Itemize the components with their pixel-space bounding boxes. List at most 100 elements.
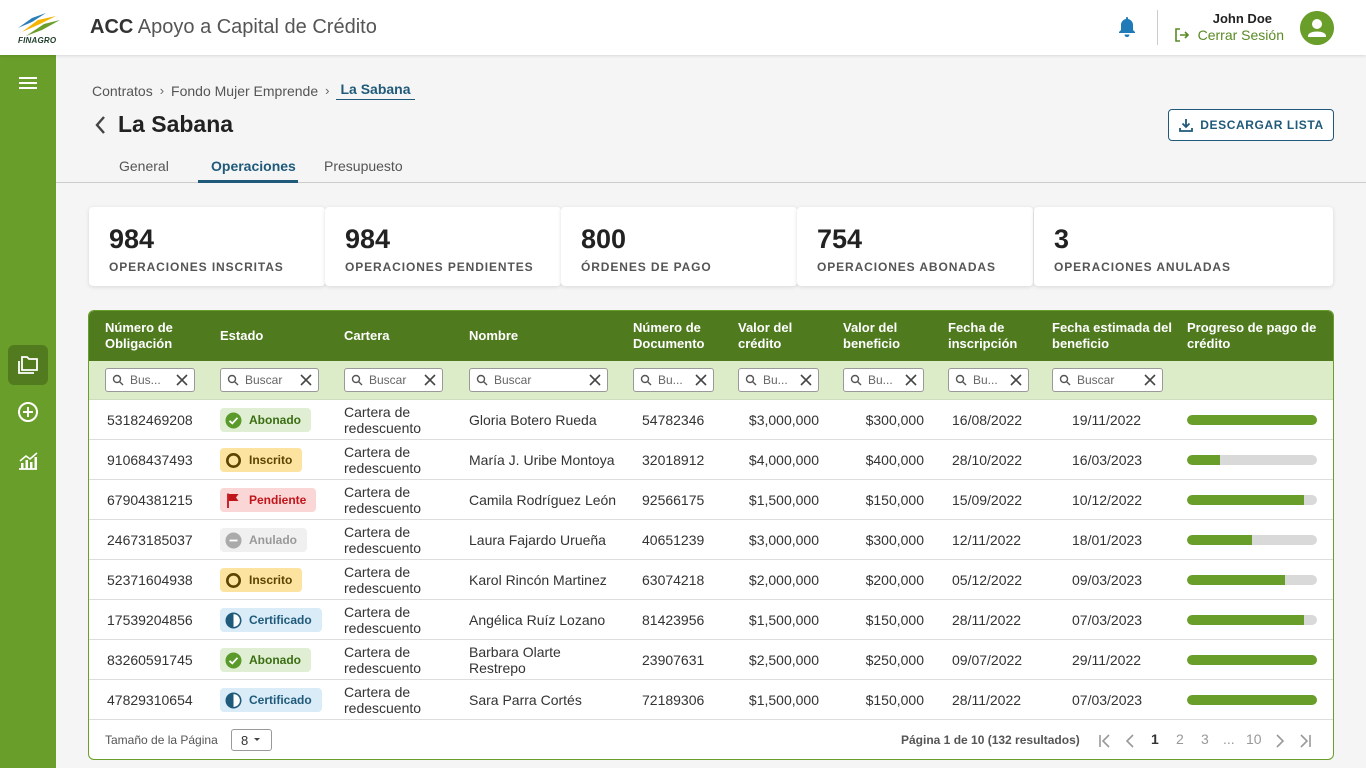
page-link[interactable]: 3 <box>1201 731 1209 747</box>
clear-icon[interactable] <box>297 371 315 389</box>
table-row[interactable]: 83260591745 Abonado Cartera de redescuento… <box>89 640 1333 680</box>
column-header[interactable]: Valor del crédito <box>738 311 830 361</box>
column-search-input[interactable]: Bus... <box>105 368 195 392</box>
column-header[interactable]: Nombre <box>469 311 619 361</box>
column-header[interactable]: Cartera <box>344 311 454 361</box>
column-search-input[interactable]: Buscar <box>1052 368 1163 392</box>
prev-page-icon[interactable] <box>1123 733 1137 749</box>
column-search-input[interactable]: Bu... <box>843 368 924 392</box>
column-search-input[interactable]: Bu... <box>738 368 819 392</box>
clear-icon[interactable] <box>173 371 191 389</box>
document-cell: 32018912 <box>642 452 705 468</box>
search-icon <box>850 374 862 386</box>
logout-button[interactable]: Cerrar Sesión <box>1174 27 1284 43</box>
column-header[interactable]: Fecha estimada del beneficio <box>1052 311 1174 361</box>
table-row[interactable]: 52371604938 Inscrito Cartera de redescuent… <box>89 560 1333 600</box>
payment-progress-bar <box>1187 655 1317 665</box>
page-link[interactable]: 1 <box>1151 731 1159 747</box>
column-header[interactable]: Fecha de inscripción <box>948 311 1040 361</box>
menu-icon[interactable] <box>16 71 40 95</box>
obligation-number: 67904381215 <box>107 492 193 508</box>
search-placeholder: Bu... <box>868 373 893 387</box>
clear-icon[interactable] <box>1007 371 1025 389</box>
payment-progress-bar <box>1187 455 1317 465</box>
tab-presupuesto[interactable]: Presupuesto <box>324 158 403 174</box>
clear-icon[interactable] <box>797 371 815 389</box>
clear-icon[interactable] <box>692 371 710 389</box>
stat-value: 984 <box>345 224 391 254</box>
payment-progress-fill <box>1187 615 1304 625</box>
column-header[interactable]: Número de Obligación <box>105 311 205 361</box>
column-search-input[interactable]: Buscar <box>344 368 443 392</box>
stat-card-anuladas: 3 OPERACIONES ANULADAS <box>1034 207 1333 286</box>
tab-bar: General Operaciones Presupuesto <box>56 152 1366 183</box>
next-page-icon[interactable] <box>1273 733 1287 749</box>
clear-icon[interactable] <box>902 371 920 389</box>
add-circle-icon[interactable] <box>16 400 40 424</box>
download-icon <box>1179 119 1194 132</box>
column-search-input[interactable]: Buscar <box>220 368 319 392</box>
payment-progress-bar <box>1187 615 1317 625</box>
table-row[interactable]: 47829310654 Certificado Cartera de redescu… <box>89 680 1333 720</box>
pagination-info: Página 1 de 10 (132 resultados) <box>901 733 1080 747</box>
bell-icon[interactable] <box>1117 16 1137 38</box>
tab-operaciones[interactable]: Operaciones <box>211 158 296 174</box>
column-header[interactable]: Estado <box>220 311 330 361</box>
status-label: Abonado <box>249 413 301 427</box>
obligation-number: 17539204856 <box>107 612 193 628</box>
name-cell: Sara Parra Cortés <box>469 692 582 708</box>
document-cell: 63074218 <box>642 572 705 588</box>
table-row[interactable]: 53182469208 Abonado Cartera de redescuento… <box>89 400 1333 440</box>
estimated-date-cell: 19/11/2022 <box>1072 412 1142 428</box>
search-placeholder: Bu... <box>658 373 683 387</box>
page-link[interactable]: 10 <box>1246 731 1262 747</box>
cartera-cell: Cartera de redescuento <box>344 684 422 716</box>
breadcrumb-item-current[interactable]: La Sabana <box>336 81 415 100</box>
inscription-date-cell: 28/11/2022 <box>952 612 1022 628</box>
benefit-value-cell: $150,000 <box>865 692 924 708</box>
column-search-input[interactable]: Bu... <box>633 368 714 392</box>
column-header[interactable]: Progreso de pago de crédito <box>1187 311 1327 361</box>
estimated-date-cell: 10/12/2022 <box>1072 492 1143 508</box>
half-circle-icon <box>225 612 242 628</box>
folders-icon[interactable] <box>16 353 40 377</box>
stat-card-inscritas: 984 OPERACIONES INSCRITAS <box>89 207 325 286</box>
payment-progress-bar <box>1187 535 1317 545</box>
page-link[interactable]: 2 <box>1176 731 1184 747</box>
cartera-cell: Cartera de redescuento <box>344 644 422 676</box>
benefit-value-cell: $250,000 <box>865 652 924 668</box>
table-row[interactable]: 24673185037 Anulado Cartera de redescuento… <box>89 520 1333 560</box>
breadcrumb-item-contracts[interactable]: Contratos <box>92 83 153 99</box>
search-placeholder: Buscar <box>1077 373 1115 387</box>
inscription-date-cell: 28/10/2022 <box>952 452 1023 468</box>
clear-icon[interactable] <box>1141 371 1159 389</box>
table-row[interactable]: 17539204856 Certificado Cartera de redescu… <box>89 600 1333 640</box>
breadcrumb-item-fund[interactable]: Fondo Mujer Emprende <box>171 83 318 99</box>
search-placeholder: Bu... <box>973 373 998 387</box>
estimated-date-cell: 07/03/2023 <box>1072 692 1143 708</box>
clear-icon[interactable] <box>586 371 604 389</box>
status-cell: Certificado <box>220 680 330 720</box>
estimated-date-cell: 29/11/2022 <box>1072 652 1142 668</box>
column-search-input[interactable]: Buscar <box>469 368 608 392</box>
payment-progress-bar <box>1187 415 1317 425</box>
back-arrow-icon[interactable] <box>92 114 110 136</box>
download-list-button[interactable]: DESCARGAR LISTA <box>1168 109 1334 141</box>
chart-icon[interactable] <box>16 449 40 473</box>
column-header[interactable]: Valor del beneficio <box>843 311 935 361</box>
search-placeholder: Bus... <box>130 373 161 387</box>
page-size-select[interactable]: 8 <box>231 729 272 751</box>
first-page-icon[interactable] <box>1097 733 1113 749</box>
clear-icon[interactable] <box>421 371 439 389</box>
column-search-input[interactable]: Bu... <box>948 368 1029 392</box>
benefit-value-cell: $300,000 <box>865 412 924 428</box>
name-cell: Barbara Olarte Restrepo <box>469 644 561 676</box>
tab-general[interactable]: General <box>119 158 169 174</box>
table-row[interactable]: 91068437493 Inscrito Cartera de redescuent… <box>89 440 1333 480</box>
last-page-icon[interactable] <box>1297 733 1313 749</box>
inscription-date-cell: 15/09/2022 <box>952 492 1023 508</box>
obligation-number: 47829310654 <box>107 692 193 708</box>
user-avatar-icon[interactable] <box>1300 11 1334 45</box>
table-row[interactable]: 67904381215 Pendiente Cartera de redescuen… <box>89 480 1333 520</box>
column-header[interactable]: Número de Documento <box>633 311 725 361</box>
